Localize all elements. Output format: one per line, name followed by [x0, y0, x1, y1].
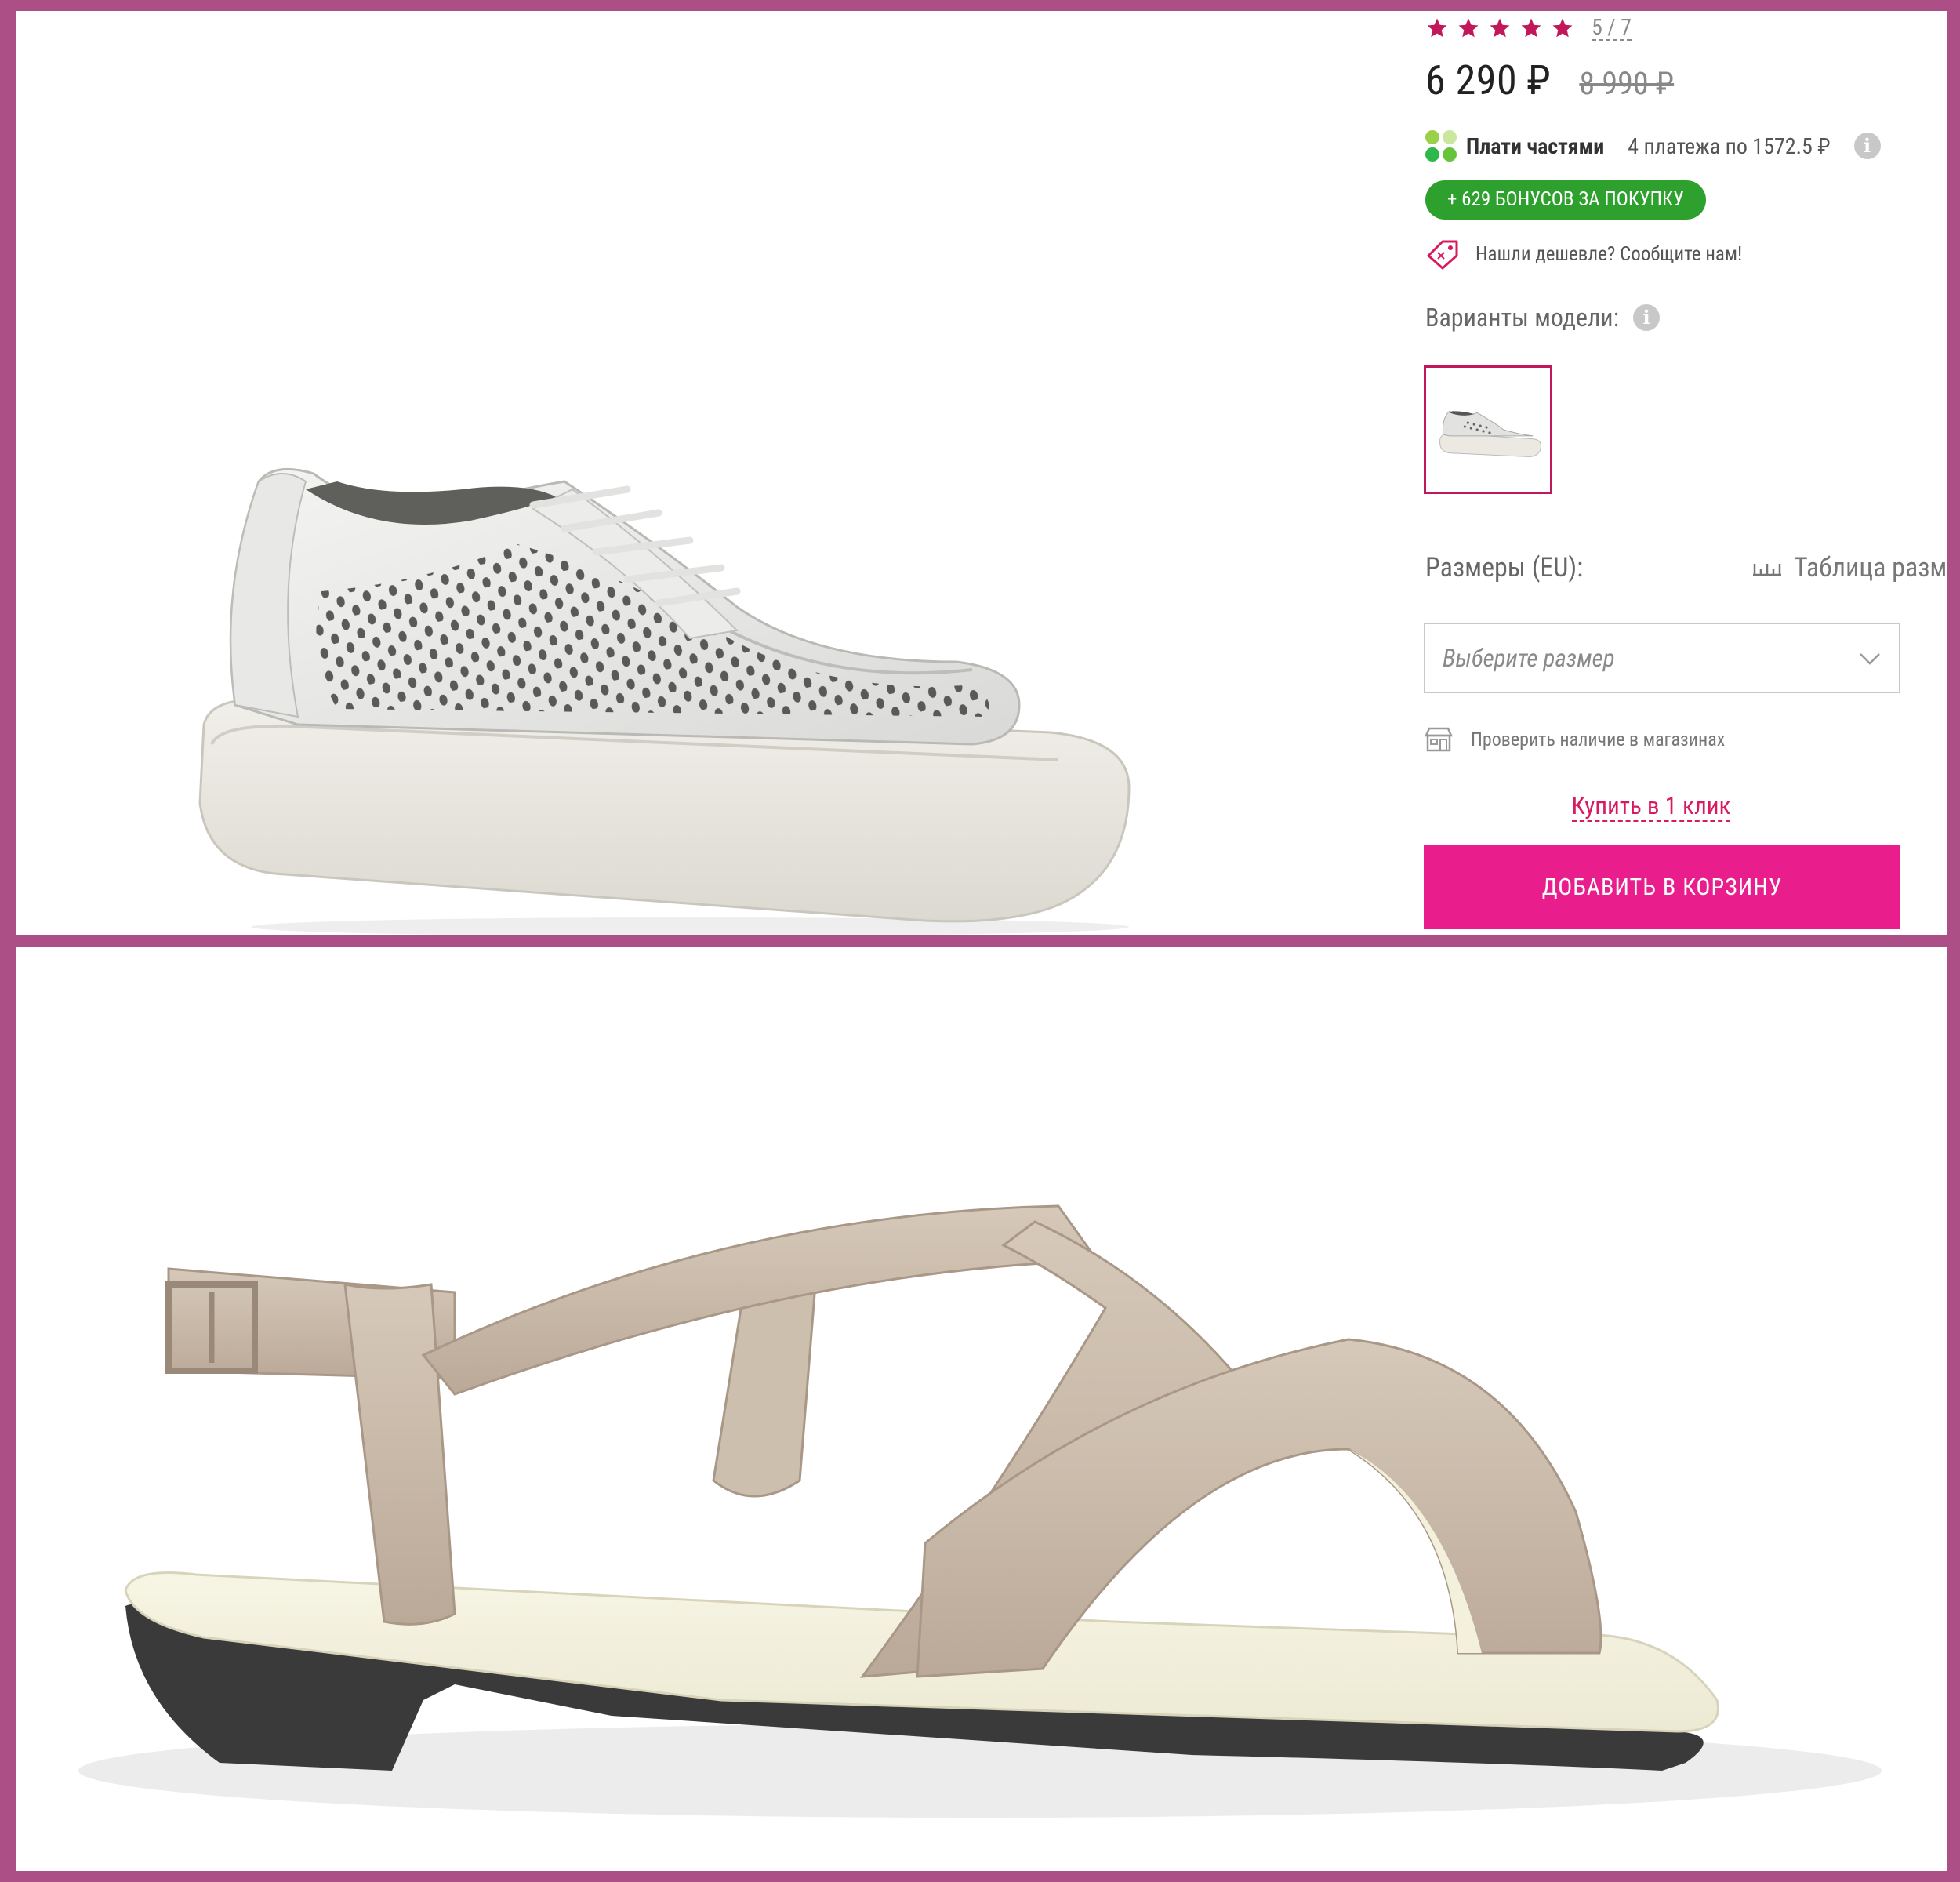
product-panel-bottom	[16, 947, 1947, 1871]
installments-logo-icon	[1425, 130, 1457, 162]
variants-label: Варианты модели: i	[1425, 303, 1661, 332]
size-table-link[interactable]: Таблица разме	[1751, 552, 1947, 583]
white-perforated-sneaker-image	[198, 467, 1131, 935]
star-icon	[1521, 18, 1541, 38]
price-row: 6 290 ₽ 8 990 ₽	[1425, 56, 1674, 104]
old-price: 8 990 ₽	[1579, 65, 1675, 102]
rating: 5 / 7	[1425, 16, 1632, 41]
variants-label-text: Варианты модели:	[1425, 303, 1620, 332]
installments-row[interactable]: Плати частями 4 платежа по 1572.5 ₽ i	[1424, 129, 1881, 163]
price-tag-icon	[1427, 240, 1458, 270]
product-panel-top: 5 / 7 6 290 ₽ 8 990 ₽ Плати частями 4 пл…	[16, 11, 1947, 935]
found-cheaper-text: Нашли дешевле? Сообщите нам!	[1475, 242, 1743, 266]
check-stores-text: Проверить наличие в магазинах	[1471, 728, 1726, 750]
star-icon	[1458, 18, 1479, 38]
info-icon[interactable]: i	[1633, 304, 1661, 331]
store-icon	[1425, 727, 1453, 752]
current-price: 6 290 ₽	[1425, 56, 1552, 104]
info-icon[interactable]: i	[1853, 133, 1881, 159]
buy-one-click-link[interactable]: Купить в 1 клик	[1571, 791, 1731, 822]
installments-detail: 4 платежа по 1572.5 ₽	[1628, 133, 1831, 159]
size-table-text: Таблица разме	[1794, 552, 1947, 583]
star-icon	[1427, 18, 1447, 38]
product-info-column: 5 / 7 6 290 ₽ 8 990 ₽ Плати частями 4 пл…	[1408, 11, 1947, 935]
check-stores-link[interactable]: Проверить наличие в магазинах	[1424, 726, 1725, 753]
installments-brand: Плати частями	[1466, 133, 1605, 159]
buy-one-click: Купить в 1 клик	[1408, 791, 1894, 822]
rating-stars	[1425, 16, 1574, 40]
ruler-icon	[1753, 564, 1781, 576]
star-icon	[1552, 18, 1573, 38]
variant-sneaker-thumbnail-image	[1439, 410, 1541, 458]
beige-strappy-sandal-image	[78, 1204, 1882, 1818]
reviews-link[interactable]: 5 / 7	[1592, 16, 1632, 41]
sizes-label: Размеры (EU):	[1425, 552, 1584, 583]
add-to-cart-button[interactable]: ДОБАВИТЬ В КОРЗИНУ	[1424, 845, 1900, 929]
chevron-down-icon	[1860, 653, 1880, 665]
bonus-badge: + 629 БОНУСОВ ЗА ПОКУПКУ	[1425, 180, 1706, 220]
size-select[interactable]: Выберите размер	[1424, 623, 1900, 693]
variant-thumbnail[interactable]	[1424, 365, 1552, 494]
found-cheaper-link[interactable]: Нашли дешевле? Сообщите нам!	[1425, 238, 1742, 270]
size-select-placeholder: Выберите размер	[1443, 644, 1615, 673]
star-icon	[1490, 18, 1510, 38]
